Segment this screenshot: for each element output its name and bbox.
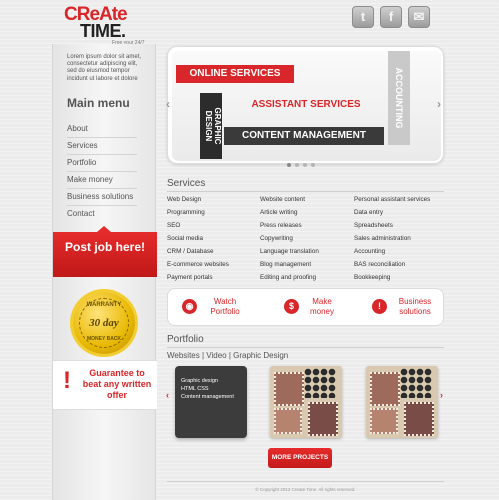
slide-accounting[interactable]: ACCOUNTING <box>388 51 410 145</box>
slide-accounting-label: ACCOUNTING <box>394 67 404 129</box>
seal-text-bottom: MONEY BACK <box>86 336 122 342</box>
stamp-image <box>404 402 434 436</box>
slider-dot-4[interactable] <box>311 163 315 167</box>
menu-item-services[interactable]: Services <box>67 141 137 155</box>
portfolio-card-line: Content management <box>181 394 234 400</box>
service-item[interactable]: CRM / Database <box>167 248 214 255</box>
services-title: Services <box>167 178 206 189</box>
service-item[interactable]: Language translation <box>260 248 319 255</box>
lightbulb-icon: ! <box>372 299 387 314</box>
service-item[interactable]: Web Design <box>167 196 201 203</box>
make-money-label: Make money <box>309 297 334 316</box>
service-item[interactable]: Data entry <box>354 209 383 216</box>
stamp-image <box>308 402 338 436</box>
portfolio-card-line: Graphic design <box>181 378 218 384</box>
seal-text-middle: 30 day <box>89 317 119 329</box>
menu-item-about[interactable]: About <box>67 124 137 138</box>
facebook-icon[interactable]: f <box>380 6 402 28</box>
service-item[interactable]: SEO <box>167 222 180 229</box>
logo-text-bottom: TIME. <box>80 21 126 41</box>
slider-next-arrow[interactable]: › <box>434 96 444 112</box>
exclamation-icon: ! <box>63 367 71 394</box>
sidebar-intro-text: Lorem ipsum dolor sit amet, consectetur … <box>67 54 142 82</box>
portfolio-divider <box>167 347 444 348</box>
business-solutions-label: Business solutions <box>398 297 432 316</box>
slider-dot-1[interactable] <box>287 163 291 167</box>
menu-item-portfolio[interactable]: Portfolio <box>67 158 137 172</box>
service-item[interactable]: Personal assistant services <box>354 196 430 203</box>
thumbnail-pattern <box>400 368 432 398</box>
menu-item-contact[interactable]: Contact <box>67 209 137 222</box>
menu-item-business-solutions[interactable]: Business solutions <box>67 192 137 206</box>
warranty-seal: WARRANTY 30 day MONEY BACK <box>73 292 135 354</box>
portfolio-thumbnail[interactable] <box>366 366 438 438</box>
twitter-icon[interactable]: t <box>352 6 374 28</box>
slide-graphic-design[interactable]: GRAPHIC DESIGN <box>200 93 222 159</box>
portfolio-card-info[interactable]: Graphic design HTML CSS Content manageme… <box>175 366 247 438</box>
service-item[interactable]: Press releases <box>260 222 302 229</box>
service-item[interactable]: E-commerce websites <box>167 261 229 268</box>
stamp-image <box>274 372 304 406</box>
eye-icon: ◉ <box>182 299 197 314</box>
footer-divider <box>167 481 444 482</box>
hero-slider: ONLINE SERVICES ASSISTANT SERVICES GRAPH… <box>167 46 444 164</box>
slider-stage: ONLINE SERVICES ASSISTANT SERVICES GRAPH… <box>172 51 441 161</box>
service-item[interactable]: Blog management <box>260 261 311 268</box>
service-item[interactable]: Payment portals <box>167 274 213 281</box>
service-item[interactable]: Social media <box>167 235 203 242</box>
slider-prev-arrow[interactable]: ‹ <box>163 96 173 112</box>
services-divider <box>167 191 444 192</box>
portfolio-thumbnail[interactable] <box>270 366 342 438</box>
slider-dot-3[interactable] <box>303 163 307 167</box>
stamp-image <box>370 372 400 406</box>
service-item[interactable]: Article writing <box>260 209 297 216</box>
slide-online-services[interactable]: ONLINE SERVICES <box>176 65 294 83</box>
thumbnail-pattern <box>304 368 336 398</box>
service-item[interactable]: Website content <box>260 196 305 203</box>
sidebar: Lorem ipsum dolor sit amet, consectetur … <box>52 44 157 500</box>
menu-item-make-money[interactable]: Make money <box>67 175 137 189</box>
action-bar: ◉ Watch Portfolio $ Make money ! Busines… <box>167 288 444 326</box>
portfolio-next-arrow[interactable]: › <box>440 390 443 400</box>
more-projects-button[interactable]: MORE PROJECTS <box>268 448 332 468</box>
stamp-image <box>274 408 302 434</box>
guarantee-banner[interactable]: ! Guarantee to beat any written offer <box>53 360 157 410</box>
service-item[interactable]: Spreadsheets <box>354 222 393 229</box>
footer-copyright: © Copyright 2012 Create Time. All rights… <box>255 487 356 492</box>
service-item[interactable]: Sales administration <box>354 235 411 242</box>
service-item[interactable]: Editing and proofing <box>260 274 316 281</box>
portfolio-prev-arrow[interactable]: ‹ <box>166 390 169 400</box>
post-job-button[interactable]: Post job here! <box>53 226 157 277</box>
slider-dot-2[interactable] <box>295 163 299 167</box>
slide-content-management[interactable]: CONTENT MANAGEMENT <box>224 127 384 145</box>
seal-text-top: WARRANTY <box>86 302 122 308</box>
portfolio-card-line: HTML CSS <box>181 386 209 392</box>
main-menu-title: Main menu <box>67 96 130 110</box>
dollar-icon: $ <box>284 299 299 314</box>
slide-assistant-services[interactable]: ASSISTANT SERVICES <box>236 99 376 110</box>
service-item[interactable]: Copywriting <box>260 235 293 242</box>
logo[interactable]: CReAte TIME. Free your 24/7 <box>64 4 154 46</box>
portfolio-title: Portfolio <box>167 334 204 345</box>
slide-graphic-design-label: GRAPHIC DESIGN <box>204 107 222 145</box>
email-icon[interactable]: ✉ <box>408 6 430 28</box>
service-item[interactable]: Bookkeeping <box>354 274 390 281</box>
service-item[interactable]: Accounting <box>354 248 385 255</box>
guarantee-text: Guarantee to beat any written offer <box>82 368 152 400</box>
portfolio-categories[interactable]: Websites | Video | Graphic Design <box>167 351 288 360</box>
watch-portfolio-label: Watch Portfolio <box>210 297 240 316</box>
service-item[interactable]: BAS reconciliation <box>354 261 405 268</box>
stamp-image <box>370 408 398 434</box>
service-item[interactable]: Programming <box>167 209 205 216</box>
